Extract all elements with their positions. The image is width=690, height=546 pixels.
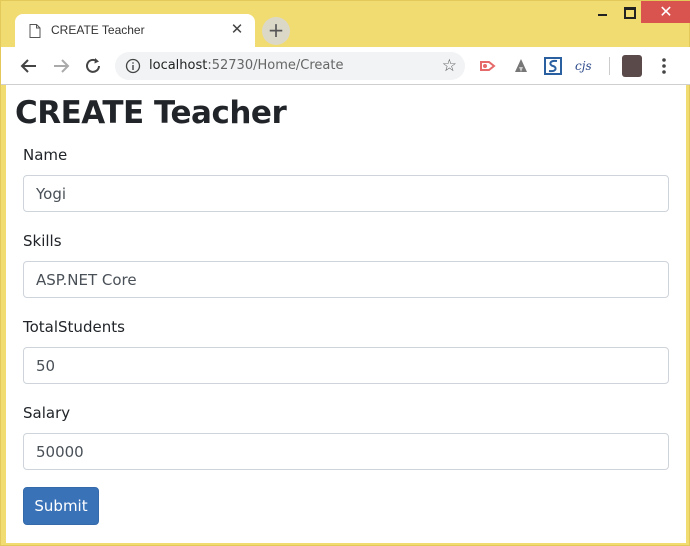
arrow-right-icon[interactable]	[49, 54, 73, 78]
profile-avatar[interactable]	[622, 55, 642, 77]
reload-icon[interactable]	[81, 54, 105, 78]
info-icon[interactable]	[125, 58, 141, 74]
arrow-left-icon[interactable]	[17, 54, 41, 78]
salary-field[interactable]	[23, 433, 669, 470]
name-label: Name	[23, 146, 68, 164]
skills-field[interactable]	[23, 261, 669, 298]
total-students-field[interactable]	[23, 347, 669, 384]
browser-window: CREATE Teacher ✕ + ✕ localhost:52730/Hom…	[0, 0, 690, 546]
total-students-label: TotalStudents	[23, 318, 125, 336]
maximize-button[interactable]	[618, 1, 640, 23]
extension-grey-icon[interactable]	[511, 56, 531, 76]
browser-toolbar: localhost:52730/Home/Create ☆ cjs	[1, 47, 690, 85]
minimize-button[interactable]	[591, 1, 613, 23]
submit-button[interactable]: Submit	[23, 487, 99, 525]
name-field[interactable]	[23, 175, 669, 212]
extension-red-icon[interactable]	[478, 56, 498, 76]
close-window-button[interactable]: ✕	[641, 1, 690, 23]
page-title: CREATE Teacher	[15, 95, 287, 131]
three-dots-vertical-icon[interactable]	[657, 55, 671, 77]
tab-title: CREATE Teacher	[51, 23, 145, 37]
toolbar-separator	[609, 57, 610, 75]
close-icon: ✕	[659, 2, 673, 21]
url-path: :52730/Home/Create	[207, 58, 344, 73]
address-bar[interactable]: localhost:52730/Home/Create ☆	[115, 52, 465, 80]
tab-strip: CREATE Teacher ✕ + ✕	[1, 1, 690, 48]
minimize-icon	[598, 14, 607, 16]
maximize-icon	[624, 7, 636, 19]
document-icon	[29, 24, 41, 38]
salary-label: Salary	[23, 404, 71, 422]
browser-tab[interactable]: CREATE Teacher ✕	[15, 14, 255, 48]
extension-cjs-icon[interactable]: cjs	[575, 56, 595, 76]
tab-close-icon[interactable]: ✕	[229, 21, 245, 37]
page-content: CREATE Teacher Name Skills TotalStudents…	[6, 85, 686, 543]
skills-label: Skills	[23, 232, 62, 250]
extension-blue-s-icon[interactable]	[543, 56, 563, 76]
url-text[interactable]: localhost:52730/Home/Create	[149, 58, 343, 73]
star-icon[interactable]: ☆	[442, 56, 457, 76]
new-tab-button[interactable]: +	[262, 17, 290, 45]
url-host: localhost	[149, 58, 208, 73]
